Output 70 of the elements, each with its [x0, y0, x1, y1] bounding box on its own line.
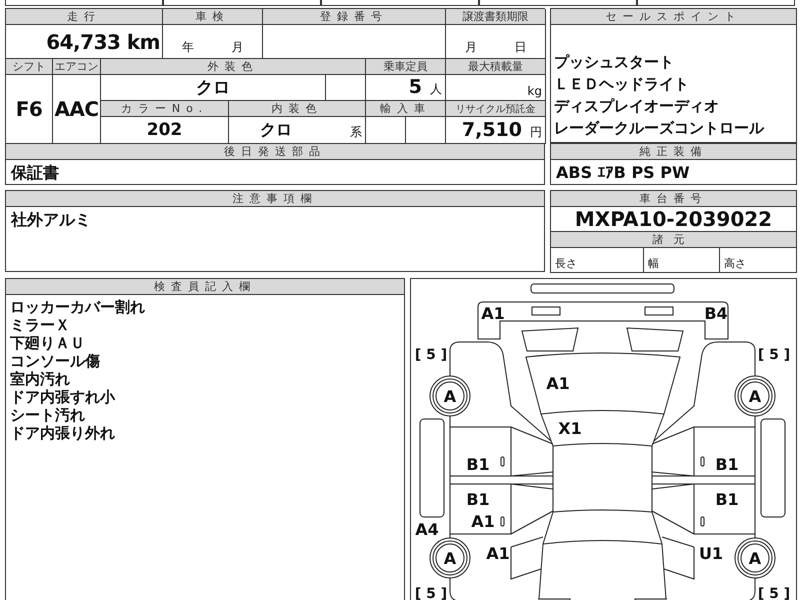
sale-point: ディスプレイオーディオ — [554, 96, 720, 117]
sale-point: プッシュスタート — [554, 52, 675, 73]
inspector-note: 下廻りＡＵ — [10, 334, 86, 352]
column-header: シフト — [6, 59, 53, 75]
capacity-unit: 人 — [430, 81, 442, 98]
column-header: 登録番号 — [263, 9, 446, 25]
damage-code: U1 — [698, 544, 724, 563]
damage-code: A1 — [486, 544, 510, 563]
panel-header: 後日発送部品 — [6, 144, 544, 160]
day-unit: 日 — [514, 39, 526, 56]
month-unit: 月 — [464, 39, 477, 56]
tire-grade: A — [748, 549, 762, 568]
column-header: 乗車定員 — [366, 59, 446, 75]
column-header: 車検 — [163, 9, 263, 25]
panel-header: 注意事項欄 — [6, 191, 544, 207]
inspector-note: ドア内張すれ小 — [10, 388, 116, 406]
sale-point: ＬＥＤヘッドライト — [554, 74, 690, 95]
spec-label: 高さ — [723, 256, 747, 272]
load-unit: kg — [527, 84, 542, 98]
panel-header: 検査員記入欄 — [6, 279, 404, 295]
inspector-note: シート汚れ — [10, 406, 86, 424]
column-header: 譲渡書類期限 — [446, 9, 546, 25]
inspector-note: ミラーＸ — [10, 316, 71, 334]
inspector-note: コンソール傷 — [10, 352, 101, 370]
tire-grade: A — [444, 387, 456, 406]
sale-point: レーダークルーズコントロール — [554, 118, 766, 139]
tread-depth: [ 5 ] — [414, 347, 448, 363]
color-suffix: 系 — [350, 124, 362, 141]
column-header: 内装色 — [229, 101, 366, 117]
tread-depth: [ 5 ] — [414, 586, 448, 600]
damage-code: A1 — [481, 304, 505, 323]
damage-code: A1 — [471, 512, 495, 531]
equipment-value: ABS ｴｱB PS PW — [555, 162, 691, 184]
panel-header: 諸元 — [551, 231, 796, 248]
damage-code: B1 — [715, 455, 739, 474]
tread-depth: [ 5 ] — [758, 586, 790, 600]
damage-code: A1 — [546, 374, 570, 393]
panel-header: 車台番号 — [551, 191, 796, 207]
damage-code: B1 — [715, 490, 739, 509]
inspector-note: ロッカーカバー割れ — [10, 298, 146, 316]
panel-header: 純正装備 — [551, 144, 796, 160]
tire-grade: A — [748, 387, 762, 406]
column-header: 外装色 — [101, 59, 366, 75]
column-header: 走行 — [6, 9, 163, 25]
inspector-note: 室内汚れ — [10, 370, 71, 388]
capacity-value: 5 — [408, 76, 422, 98]
spec-label: 幅 — [644, 248, 720, 272]
month-unit: 月 — [231, 39, 244, 56]
recycle-fee-value: 7,510 — [462, 119, 522, 141]
year-unit: 年 — [182, 39, 194, 56]
tread-depth: [ 5 ] — [758, 347, 790, 363]
damage-code: X1 — [558, 419, 582, 438]
column-header: リサイクル預託金 — [446, 101, 546, 117]
inspector-note: ドア内張り外れ — [10, 424, 116, 442]
column-header: カラーNo. — [101, 101, 229, 117]
damage-code: B4 — [704, 304, 728, 323]
panel-header: セールスポイント — [551, 9, 796, 25]
yen-unit: 円 — [530, 124, 542, 141]
column-header: エアコン — [53, 59, 101, 75]
column-header: 最大積載量 — [446, 59, 546, 75]
damage-code: B1 — [466, 455, 490, 474]
tire-grade: A — [444, 549, 456, 568]
damage-code: A4 — [415, 520, 439, 539]
column-header: 輸入車 — [366, 101, 446, 117]
notes-value: 社外アルミ — [10, 209, 92, 231]
chassis-number: MXPA10-2039022 — [574, 207, 774, 231]
later-parts-value: 保証書 — [10, 162, 60, 184]
spec-label: 長さ — [551, 248, 644, 272]
interior-color-value: クロ — [260, 120, 292, 141]
damage-code: B1 — [466, 490, 490, 509]
